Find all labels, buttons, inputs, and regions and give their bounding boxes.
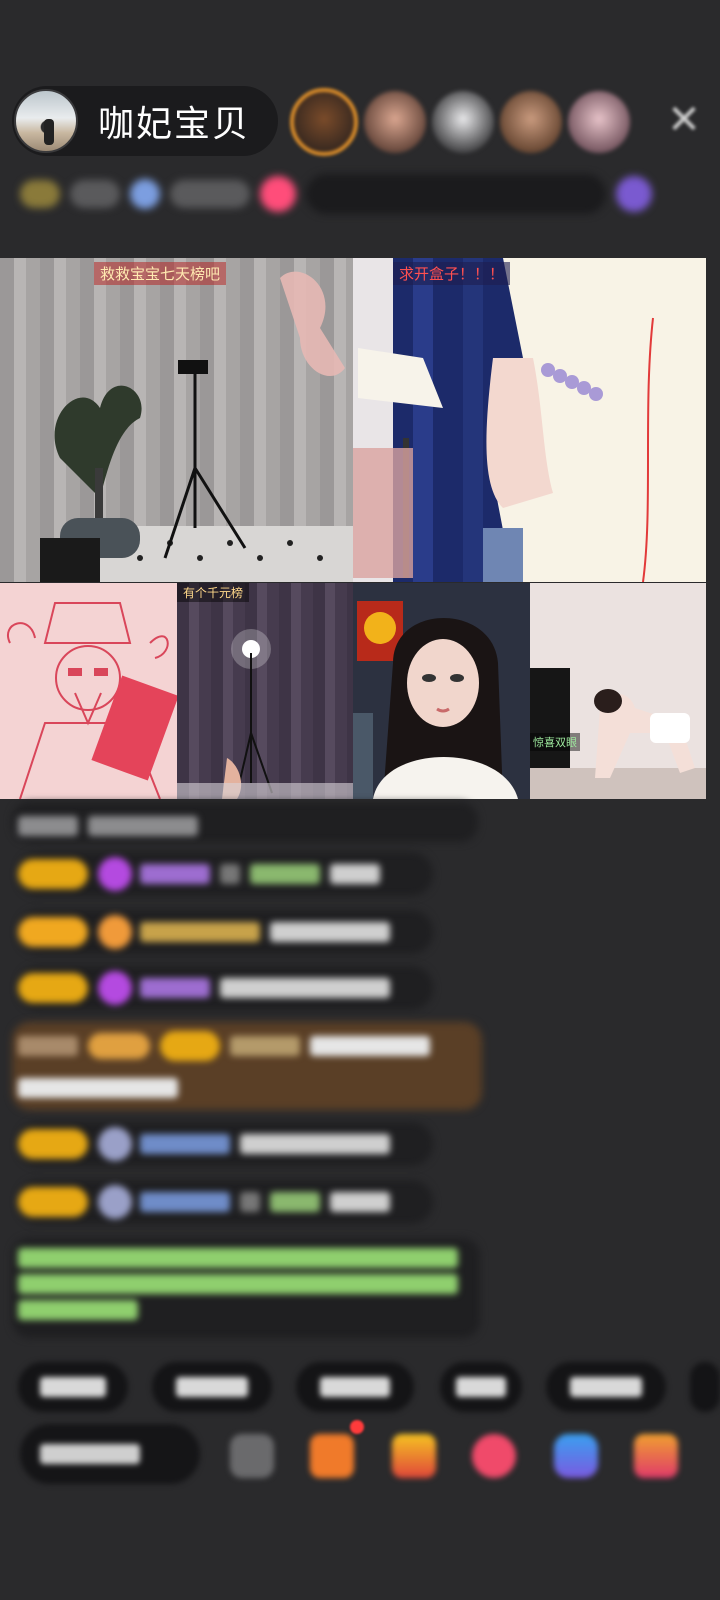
gift-box-icon[interactable] [310,1434,354,1478]
chat-input[interactable] [20,1424,200,1484]
tile-1-scene [40,271,353,582]
gift-icon[interactable] [634,1434,678,1478]
chat-message [18,1120,400,1168]
gift-icon[interactable] [260,176,296,212]
viewer-avatar[interactable] [290,88,358,156]
chat-message [18,850,390,898]
quick-reply-chip[interactable] [440,1362,522,1412]
host-name: 咖妃宝贝 [98,104,251,145]
tile-5-scene [353,601,518,799]
activity-icon[interactable] [616,176,652,212]
host-profile-pill[interactable]: 咖妃宝贝 [12,86,278,156]
info-chip [170,180,250,208]
quick-reply-chip[interactable] [152,1362,272,1412]
tile-4-scene [177,629,353,799]
quick-reply-chip[interactable] [690,1362,720,1412]
tile-2-caption: 求开盒子！！！ [393,262,511,285]
emoji-icon[interactable] [230,1434,274,1478]
quick-reply-chip[interactable] [546,1362,666,1412]
game-icon[interactable] [554,1434,598,1478]
viewer-avatar[interactable] [500,91,562,153]
chat-message [18,964,400,1012]
video-tile-6[interactable]: 惊喜双眼 [530,583,706,799]
quick-reply-chip[interactable] [296,1362,414,1412]
announcement-bar[interactable] [306,174,606,214]
host-avatar[interactable] [14,89,78,153]
viewer-avatar[interactable] [568,91,630,153]
quick-reply-chip[interactable] [18,1362,128,1412]
video-tile-1[interactable]: 救救宝宝七天榜吧 [0,258,353,582]
chat-message [18,1022,440,1070]
info-chip [70,180,120,208]
chat-message [18,1064,188,1112]
video-tile-4[interactable]: 有个千元榜 [177,583,353,799]
top-viewers-list [290,84,636,160]
chat-message [18,1178,400,1226]
viewer-avatar[interactable] [432,91,494,153]
video-tile-2[interactable]: 求开盒子！！！ [353,258,706,582]
heart-icon[interactable] [472,1434,516,1478]
notification-dot [350,1420,364,1434]
treasure-icon[interactable] [392,1434,436,1478]
chat-message [18,908,400,956]
tile-2-scene [353,258,706,582]
tile-6-badge: 惊喜双眼 [530,733,580,751]
video-tile-3[interactable] [0,583,177,799]
chat-message [18,802,208,850]
close-icon[interactable]: ✕ [664,100,704,140]
badge-icon [130,179,160,209]
rank-icon [20,180,60,208]
tile-6-scene [530,668,706,799]
tile-4-caption: 有个千元榜 [177,583,250,602]
tile-3-scene [7,602,177,799]
tile-1-caption: 救救宝宝七天榜吧 [94,262,227,285]
system-notice-text [18,1240,458,1336]
room-info-row [20,170,700,218]
viewer-avatar[interactable] [364,91,426,153]
video-tile-5[interactable] [353,583,530,799]
